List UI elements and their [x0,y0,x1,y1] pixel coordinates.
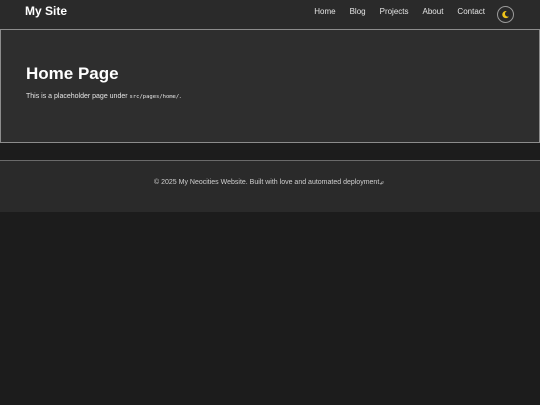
page-description-text: This is a placeholder page under [26,93,130,100]
theme-toggle-button[interactable] [497,6,514,23]
site-header: My Site Home Blog Projects About Contact [0,0,540,29]
page-description-end: . [179,93,182,100]
main-nav: Home Blog Projects About Contact [314,7,485,16]
moon-icon [502,10,509,19]
nav-link-blog[interactable]: Blog [350,7,366,16]
page-description: This is a placeholder page under src/pag… [26,93,181,100]
rocket-icon [380,181,384,185]
page-path-code: src/pages/home/ [129,94,180,100]
page-title: Home Page [26,64,119,83]
main-content: Home Page This is a placeholder page und… [0,29,540,143]
footer-text: © 2025 My Neocities Website. Built with … [154,179,382,186]
nav-link-projects[interactable]: Projects [380,7,409,16]
nav-link-contact[interactable]: Contact [457,7,485,16]
nav-link-home[interactable]: Home [314,7,335,16]
site-title[interactable]: My Site [25,4,67,18]
site-footer: © 2025 My Neocities Website. Built with … [0,160,540,212]
nav-link-about[interactable]: About [423,7,444,16]
